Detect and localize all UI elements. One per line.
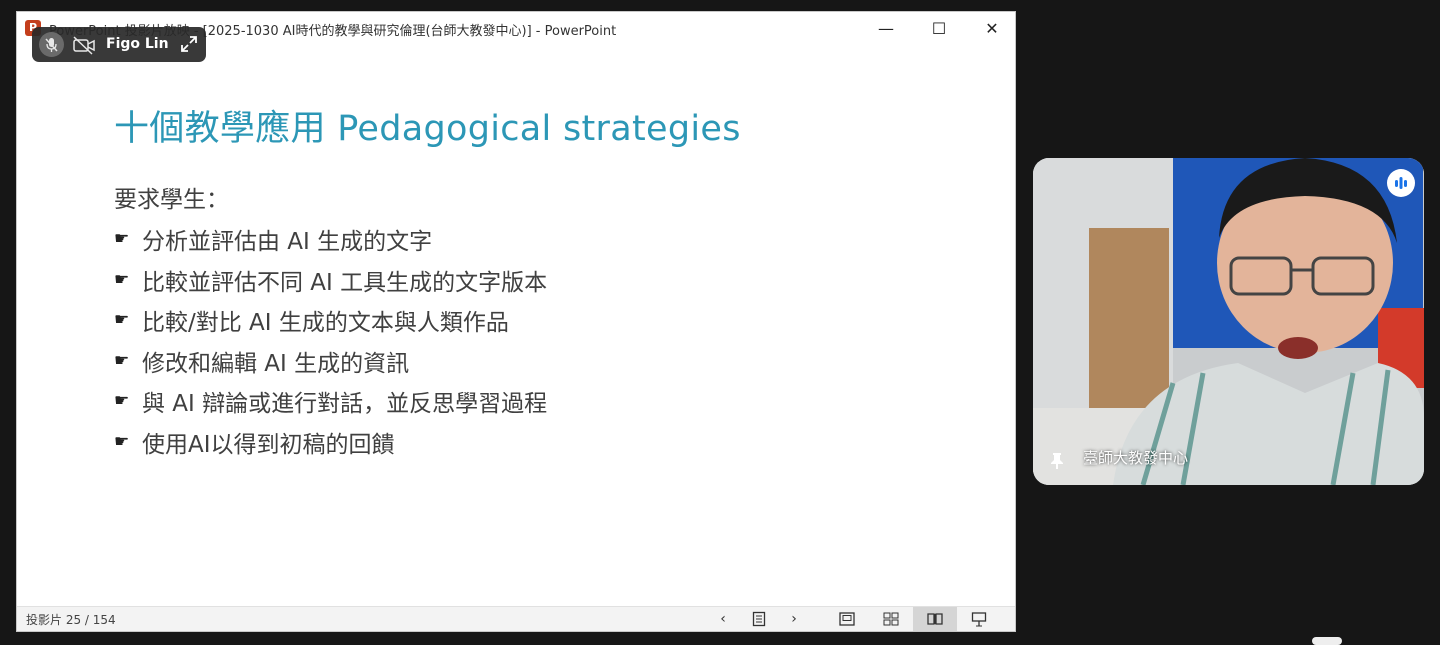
audio-active-indicator: [1387, 169, 1415, 197]
participant-video-tile[interactable]: 臺師大教發中心: [1033, 158, 1424, 485]
list-item: ☛ 使用AI以得到初稿的回饋: [114, 422, 547, 463]
pointing-hand-icon: ☛: [114, 229, 130, 250]
bullet-text: 比較/對比 AI 生成的文本與人類作品: [142, 310, 509, 337]
list-item: ☛ 修改和編輯 AI 生成的資訊: [114, 341, 547, 382]
presentation-icon: [971, 612, 987, 627]
list-item: ☛ 與 AI 辯論或進行對話，並反思學習過程: [114, 381, 547, 422]
powerpoint-window: P PowerPoint 投影片放映 - [2025-1030 AI時代的教學與…: [16, 11, 1016, 632]
minimize-button[interactable]: —: [863, 12, 909, 45]
bullet-text: 分析並評估由 AI 生成的文字: [142, 229, 433, 256]
pointing-hand-icon: ☛: [114, 269, 130, 290]
status-bar: 投影片 25 / 154 ‹ ›: [17, 606, 1015, 631]
slide-intro: 要求學生：: [114, 187, 229, 213]
mic-muted-button[interactable]: [39, 32, 64, 57]
video-participant-name: 臺師大教發中心: [1083, 449, 1189, 467]
pointing-hand-icon: ☛: [114, 431, 130, 452]
reading-view-button[interactable]: [913, 607, 957, 631]
pointing-hand-icon: ☛: [114, 310, 130, 331]
slide-title: 十個教學應用 Pedagogical strategies: [114, 109, 741, 149]
bullet-text: 與 AI 辯論或進行對話，並反思學習過程: [142, 391, 548, 418]
camera-off-button[interactable]: [72, 35, 96, 55]
slide-sorter-icon: [883, 612, 899, 626]
bullet-text: 使用AI以得到初稿的回饋: [142, 431, 395, 458]
participant-overlay: Figo Lin: [32, 27, 206, 62]
video-feed: [1033, 158, 1424, 485]
participant-name: Figo Lin: [106, 36, 169, 52]
normal-view-button[interactable]: [825, 607, 869, 631]
pin-icon[interactable]: [1049, 452, 1065, 470]
bullet-text: 比較並評估不同 AI 工具生成的文字版本: [142, 269, 548, 296]
reading-view-icon: [927, 613, 943, 625]
audio-wave-icon: [1395, 177, 1407, 189]
slide-sorter-button[interactable]: [869, 607, 913, 631]
normal-view-icon: [839, 612, 855, 626]
scroll-handle[interactable]: [1312, 637, 1342, 645]
bullet-text: 修改和編輯 AI 生成的資訊: [142, 350, 410, 377]
list-item: ☛ 比較/對比 AI 生成的文本與人類作品: [114, 300, 547, 341]
close-button[interactable]: ✕: [969, 12, 1015, 45]
bullet-list: ☛ 分析並評估由 AI 生成的文字 ☛ 比較並評估不同 AI 工具生成的文字版本…: [114, 219, 547, 462]
pointing-hand-icon: ☛: [114, 391, 130, 412]
list-item: ☛ 分析並評估由 AI 生成的文字: [114, 219, 547, 260]
slide-counter: 投影片 25 / 154: [26, 613, 116, 627]
notes-icon: [752, 611, 766, 627]
maximize-button[interactable]: ☐: [916, 12, 962, 45]
expand-button[interactable]: [180, 35, 198, 53]
pointing-hand-icon: ☛: [114, 350, 130, 371]
list-item: ☛ 比較並評估不同 AI 工具生成的文字版本: [114, 260, 547, 301]
mic-muted-icon: [45, 38, 58, 52]
next-slide-button[interactable]: ›: [772, 607, 816, 631]
expand-icon: [181, 36, 197, 52]
camera-off-icon: [73, 36, 95, 55]
slide-show-button[interactable]: [957, 607, 1001, 631]
